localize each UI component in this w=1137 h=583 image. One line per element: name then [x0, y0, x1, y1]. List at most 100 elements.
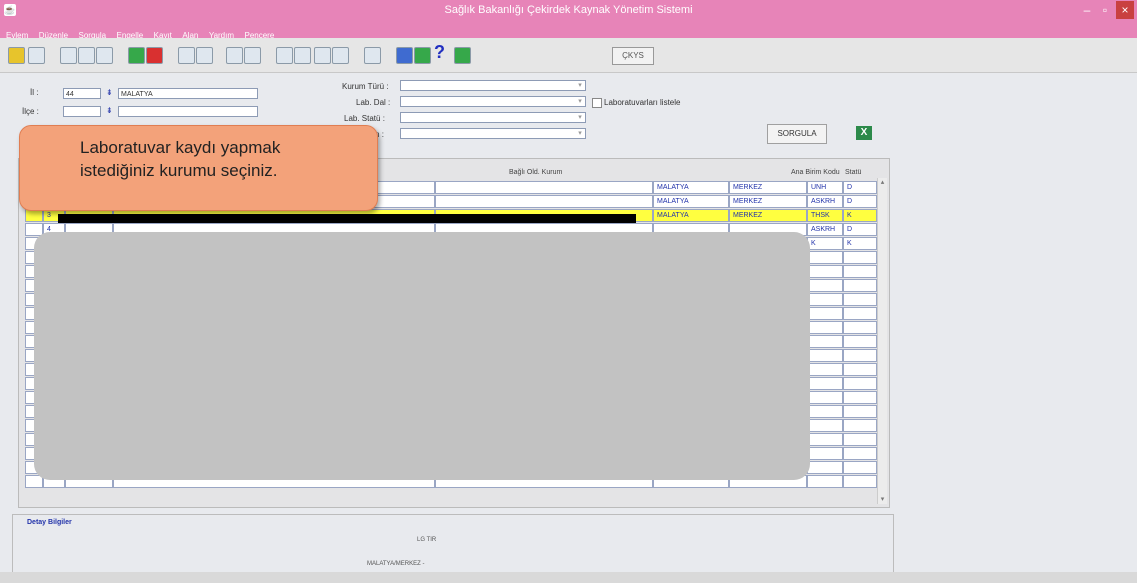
table-cell[interactable]: [843, 307, 877, 320]
table-cell[interactable]: [843, 335, 877, 348]
table-cell[interactable]: K: [843, 237, 877, 250]
table-cell[interactable]: [843, 377, 877, 390]
dropdown-arrow-icon[interactable]: ▾: [576, 82, 584, 90]
previous-icon[interactable]: [314, 47, 331, 64]
ilce-name-field[interactable]: [118, 106, 258, 117]
table-cell[interactable]: [807, 433, 843, 446]
grid-scrollbar[interactable]: ▴ ▾: [877, 178, 887, 504]
ilce-lov-icon[interactable]: ⇟: [106, 106, 113, 115]
table-cell[interactable]: [843, 251, 877, 264]
minimize-icon[interactable]: –: [1080, 1, 1094, 19]
save-icon[interactable]: [8, 47, 25, 64]
table-cell[interactable]: THSK: [807, 209, 843, 222]
list-icon[interactable]: [396, 47, 413, 64]
ckys-button[interactable]: ÇKYS: [612, 47, 654, 65]
table-cell[interactable]: [807, 335, 843, 348]
table-cell[interactable]: [807, 349, 843, 362]
dropdown-arrow-icon[interactable]: ▾: [576, 114, 584, 122]
print-icon[interactable]: [28, 47, 45, 64]
maximize-icon[interactable]: ▫: [1098, 1, 1112, 19]
table-cell[interactable]: [435, 181, 653, 194]
check-icon[interactable]: [196, 47, 213, 64]
sorgula-button[interactable]: SORGULA: [767, 124, 827, 144]
cut-icon[interactable]: [60, 47, 77, 64]
table-cell[interactable]: MALATYA: [653, 209, 729, 222]
first-record-icon[interactable]: [276, 47, 293, 64]
dropdown-arrow-icon[interactable]: ▾: [576, 130, 584, 138]
ilce-code-field[interactable]: [63, 106, 101, 117]
last-record-icon[interactable]: [294, 47, 311, 64]
table-cell[interactable]: MERKEZ: [729, 209, 807, 222]
table-cell[interactable]: K: [807, 237, 843, 250]
table-cell[interactable]: [435, 195, 653, 208]
il-code-field[interactable]: 44: [63, 88, 101, 99]
table-cell[interactable]: D: [843, 223, 877, 236]
table-cell[interactable]: [843, 265, 877, 278]
table-cell[interactable]: [843, 433, 877, 446]
il-lov-icon[interactable]: ⇟: [106, 88, 113, 97]
table-cell[interactable]: [807, 363, 843, 376]
lock-icon[interactable]: [364, 47, 381, 64]
table-cell[interactable]: [807, 405, 843, 418]
insert-record-icon[interactable]: [128, 47, 145, 64]
detail-title: Detay Bilgiler: [27, 519, 72, 526]
help-icon[interactable]: ?: [434, 42, 449, 62]
table-cell[interactable]: [843, 447, 877, 460]
col-header-status: Statü: [845, 169, 862, 176]
table-cell[interactable]: [807, 293, 843, 306]
lab-statu-select[interactable]: ▾: [400, 112, 586, 123]
table-cell[interactable]: [807, 265, 843, 278]
query-enter-icon[interactable]: [226, 47, 243, 64]
export-excel-icon[interactable]: X: [856, 126, 872, 140]
col-header-ana-birim: Ana Birim Kodu: [791, 169, 840, 176]
table-cell[interactable]: ASKRH: [807, 223, 843, 236]
lab-dal-select[interactable]: ▾: [400, 96, 586, 107]
table-cell[interactable]: K: [843, 209, 877, 222]
kurum-turu-select[interactable]: ▾: [400, 80, 586, 91]
table-cell[interactable]: MALATYA: [653, 195, 729, 208]
table-cell[interactable]: [807, 391, 843, 404]
kurum-select[interactable]: ▾: [400, 128, 586, 139]
exit-icon[interactable]: [454, 47, 471, 64]
table-cell[interactable]: [807, 251, 843, 264]
table-cell[interactable]: D: [843, 181, 877, 194]
table-cell[interactable]: ASKRH: [807, 195, 843, 208]
close-icon[interactable]: ×: [1116, 1, 1134, 19]
table-cell[interactable]: [843, 405, 877, 418]
table-cell[interactable]: [843, 349, 877, 362]
scroll-down-icon[interactable]: ▾: [878, 495, 887, 504]
delete-record-icon[interactable]: [146, 47, 163, 64]
table-cell[interactable]: D: [843, 195, 877, 208]
il-name-field[interactable]: MALATYA: [118, 88, 258, 99]
table-cell[interactable]: [843, 279, 877, 292]
table-cell[interactable]: [843, 419, 877, 432]
query-execute-icon[interactable]: [244, 47, 261, 64]
paste-icon[interactable]: [96, 47, 113, 64]
table-cell[interactable]: [807, 475, 843, 488]
next-icon[interactable]: [332, 47, 349, 64]
table-cell[interactable]: [807, 419, 843, 432]
lab-list-checkbox[interactable]: [592, 98, 602, 108]
status-bar: [0, 572, 1137, 583]
table-cell[interactable]: [807, 377, 843, 390]
table-cell[interactable]: UNH: [807, 181, 843, 194]
excel-icon[interactable]: [414, 47, 431, 64]
dropdown-arrow-icon[interactable]: ▾: [576, 98, 584, 106]
table-cell[interactable]: [807, 307, 843, 320]
table-cell[interactable]: MERKEZ: [729, 181, 807, 194]
table-cell[interactable]: [807, 461, 843, 474]
table-cell[interactable]: [807, 321, 843, 334]
table-cell[interactable]: [843, 293, 877, 306]
table-cell[interactable]: MERKEZ: [729, 195, 807, 208]
table-cell[interactable]: [843, 391, 877, 404]
table-cell[interactable]: [843, 475, 877, 488]
table-cell[interactable]: [843, 461, 877, 474]
table-cell[interactable]: MALATYA: [653, 181, 729, 194]
edit-icon[interactable]: [178, 47, 195, 64]
copy-icon[interactable]: [78, 47, 95, 64]
table-cell[interactable]: [843, 321, 877, 334]
table-cell[interactable]: [807, 447, 843, 460]
table-cell[interactable]: [807, 279, 843, 292]
table-cell[interactable]: [843, 363, 877, 376]
scroll-up-icon[interactable]: ▴: [878, 178, 887, 187]
